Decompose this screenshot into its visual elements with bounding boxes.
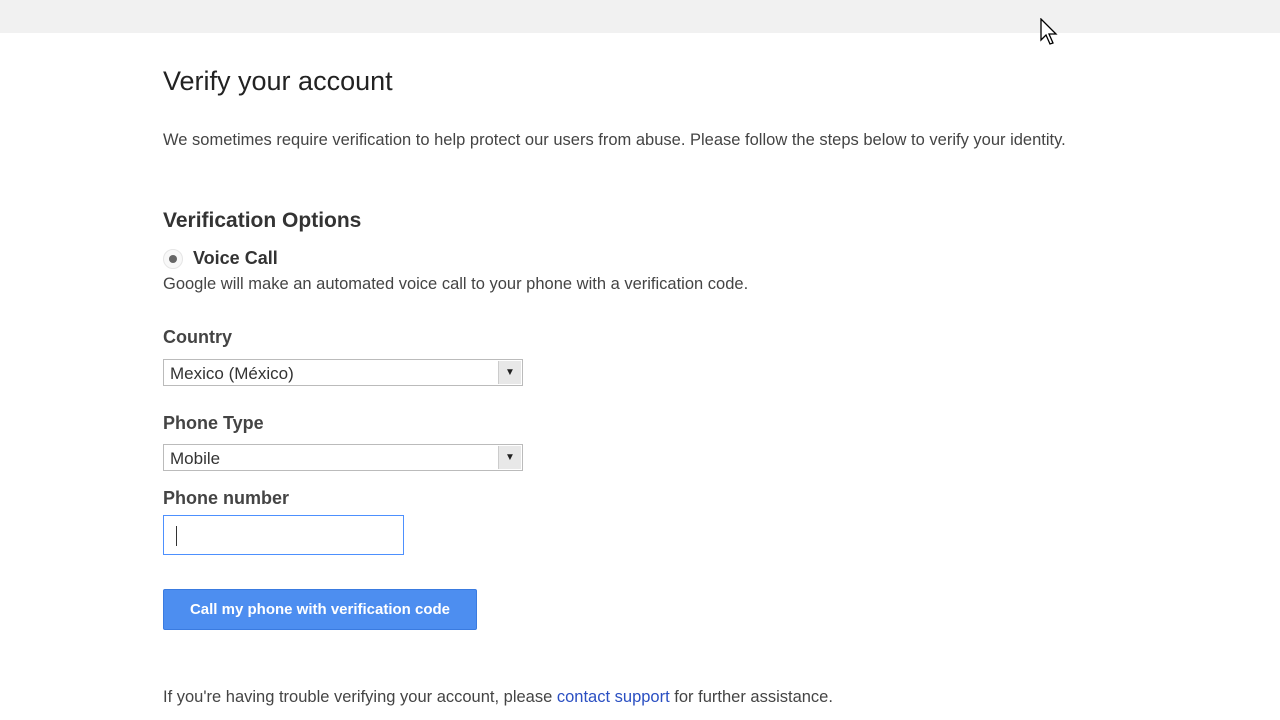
country-value: Mexico (México) [170,364,294,383]
browser-top-bar [0,0,1280,33]
phone-type-label: Phone Type [163,413,264,433]
footer-help-text: If you're having trouble verifying your … [163,688,833,707]
call-phone-button[interactable]: Call my phone with verification code [163,589,477,630]
text-caret [176,526,177,546]
phone-type-select[interactable]: Mobile ▼ [163,444,523,471]
country-select[interactable]: Mexico (México) ▼ [163,359,523,386]
chevron-down-icon[interactable]: ▼ [498,361,521,384]
phone-number-label: Phone number [163,488,290,508]
phone-type-value: Mobile [170,449,221,468]
footer-text-before: If you're having trouble verifying your … [163,688,557,706]
contact-support-link[interactable]: contact support [557,688,670,706]
mouse-cursor-icon [1040,18,1058,45]
footer-text-after: for further assistance. [669,688,833,706]
voice-call-label: Voice Call [193,248,278,268]
phone-number-input[interactable] [163,515,404,555]
chevron-down-icon[interactable]: ▼ [498,446,521,469]
voice-call-option[interactable]: Voice Call [163,248,278,269]
section-title: Verification Options [163,209,362,232]
country-label: Country [163,327,232,347]
voice-call-description: Google will make an automated voice call… [163,275,749,293]
intro-text: We sometimes require verification to hel… [163,131,1066,149]
page-title: Verify your account [163,66,393,96]
voice-call-radio[interactable] [163,248,183,269]
